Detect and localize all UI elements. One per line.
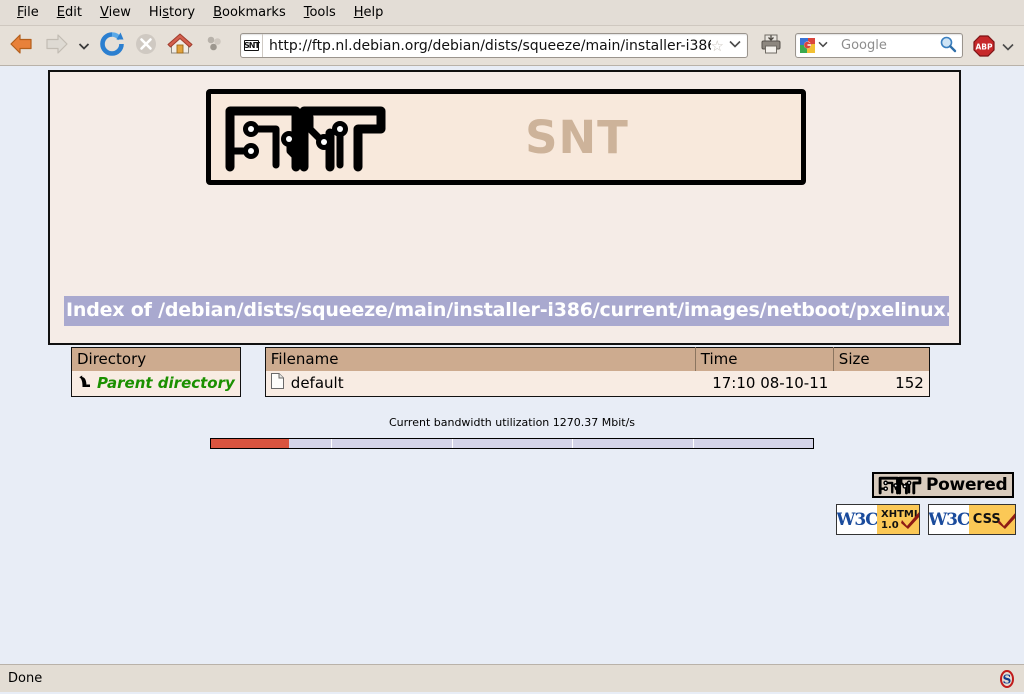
site-favicon: SNT bbox=[241, 34, 263, 57]
back-button[interactable] bbox=[6, 30, 38, 62]
site-logo-header: SNT bbox=[206, 89, 806, 185]
stop-icon bbox=[134, 32, 158, 60]
stop-button[interactable] bbox=[130, 30, 162, 62]
file-name-label: default bbox=[290, 374, 344, 392]
bandwidth-fill bbox=[211, 439, 290, 448]
directory-listing: Directory Parent directory Filename Time… bbox=[71, 347, 930, 397]
search-input[interactable]: Google bbox=[834, 38, 939, 53]
svg-text:ABP: ABP bbox=[975, 42, 993, 51]
reload-icon bbox=[99, 31, 125, 61]
time-column-header[interactable]: Time bbox=[694, 347, 834, 371]
adblock-plus-button[interactable]: ABP bbox=[972, 34, 996, 58]
parent-directory-link[interactable]: Parent directory bbox=[77, 374, 235, 393]
table-row: default 17:10 08-10-11 152 bbox=[265, 371, 929, 397]
bandwidth-label: Current bandwidth utilization 1270.37 Mb… bbox=[388, 416, 636, 429]
snt-powered-label: Powered bbox=[926, 474, 1008, 495]
snt-circuit-logo-icon bbox=[876, 475, 924, 495]
chevron-down-icon bbox=[1002, 36, 1014, 55]
star-icon[interactable]: ☆ bbox=[711, 37, 727, 55]
address-bar[interactable]: SNT http://ftp.nl.debian.org/debian/dist… bbox=[240, 33, 748, 58]
svg-text:S: S bbox=[1003, 672, 1012, 686]
home-icon bbox=[167, 32, 193, 60]
site-wordmark: SNT bbox=[525, 110, 629, 164]
back-arrow-icon bbox=[9, 32, 35, 60]
status-text: Done bbox=[8, 671, 43, 686]
file-icon bbox=[270, 373, 284, 393]
snt-favicon-icon: SNT bbox=[244, 40, 260, 51]
file-table: Filename Time Size default 17:10 08-10-1… bbox=[264, 347, 930, 397]
snt-circuit-logo-icon bbox=[218, 99, 393, 175]
chevron-down-icon[interactable] bbox=[727, 40, 747, 51]
size-column-header[interactable]: Size bbox=[832, 347, 930, 371]
forward-button[interactable] bbox=[40, 30, 72, 62]
menu-bookmarks[interactable]: Bookmarks bbox=[204, 3, 295, 22]
browser-toolbar: SNT http://ftp.nl.debian.org/debian/dist… bbox=[0, 26, 1024, 66]
filename-cell: default bbox=[265, 371, 695, 397]
menu-history[interactable]: History bbox=[140, 3, 204, 22]
search-engine-dropdown-icon[interactable] bbox=[816, 41, 834, 51]
google-icon[interactable] bbox=[799, 37, 816, 54]
xhtml-validator-badge[interactable]: W3C XHTML 1.0 bbox=[836, 504, 920, 535]
chevron-down-icon bbox=[78, 36, 90, 55]
w3c-logo-icon: W3C bbox=[837, 505, 879, 534]
search-box[interactable]: Google bbox=[795, 33, 963, 58]
parent-directory-label: Parent directory bbox=[97, 374, 235, 392]
page-title: Index of /debian/dists/squeeze/main/inst… bbox=[64, 296, 949, 326]
directory-table-header-row: Directory bbox=[71, 347, 241, 371]
parent-directory-cell: Parent directory bbox=[72, 371, 241, 397]
filename-column-header[interactable]: Filename bbox=[265, 347, 696, 371]
page-viewport: SNT Index of /debian/dists/squeeze/main/… bbox=[0, 66, 1024, 692]
page-content-box: SNT Index of /debian/dists/squeeze/main/… bbox=[48, 70, 961, 397]
parent-directory-arrow-icon bbox=[77, 374, 92, 393]
w3c-badge-row: W3C XHTML 1.0 W3C CSS bbox=[836, 504, 1016, 535]
table-row: Parent directory bbox=[72, 371, 241, 397]
share-nodes-button[interactable] bbox=[198, 30, 230, 62]
home-button[interactable] bbox=[164, 30, 196, 62]
print-icon bbox=[759, 32, 783, 60]
bandwidth-bar bbox=[210, 438, 814, 449]
share-nodes-icon bbox=[204, 34, 224, 58]
valid-check-icon bbox=[899, 510, 919, 534]
directory-table: Directory Parent directory bbox=[71, 347, 241, 397]
file-table-header-row: Filename Time Size bbox=[265, 347, 930, 371]
directory-column-header: Directory bbox=[71, 347, 241, 371]
menu-edit[interactable]: Edit bbox=[48, 3, 91, 22]
address-bar-text[interactable]: http://ftp.nl.debian.org/debian/dists/sq… bbox=[263, 38, 711, 54]
reload-button[interactable] bbox=[96, 30, 128, 62]
file-link-default[interactable]: default bbox=[270, 373, 344, 393]
menu-help[interactable]: Help bbox=[345, 3, 393, 22]
footer-badges: Powered W3C XHTML 1.0 W3C CSS bbox=[836, 472, 1016, 535]
w3c-logo-icon: W3C bbox=[928, 505, 971, 534]
xhtml-badge-text-area: XHTML 1.0 bbox=[877, 505, 919, 534]
file-time-cell: 17:10 08-10-11 bbox=[712, 374, 829, 392]
browser-menu-bar: File Edit View History Bookmarks Tools H… bbox=[0, 0, 1024, 26]
menu-file[interactable]: File bbox=[8, 3, 48, 22]
noscript-icon[interactable]: S bbox=[998, 669, 1016, 688]
print-button[interactable] bbox=[755, 30, 787, 62]
forward-arrow-icon bbox=[43, 32, 69, 60]
magnifier-icon[interactable] bbox=[939, 35, 962, 57]
snt-powered-badge[interactable]: Powered bbox=[872, 472, 1014, 498]
css-validator-badge[interactable]: W3C CSS bbox=[927, 504, 1016, 535]
history-dropdown-button[interactable] bbox=[74, 30, 94, 62]
file-size-cell: 152 bbox=[895, 374, 924, 392]
adblock-plus-icon: ABP bbox=[972, 34, 996, 62]
adblock-dropdown-button[interactable] bbox=[998, 30, 1018, 62]
menu-tools[interactable]: Tools bbox=[295, 3, 345, 22]
menu-view[interactable]: View bbox=[91, 3, 140, 22]
browser-status-bar: Done S bbox=[0, 664, 1024, 692]
valid-check-icon bbox=[996, 510, 1015, 534]
css-badge-text-area: CSS bbox=[968, 505, 1015, 534]
